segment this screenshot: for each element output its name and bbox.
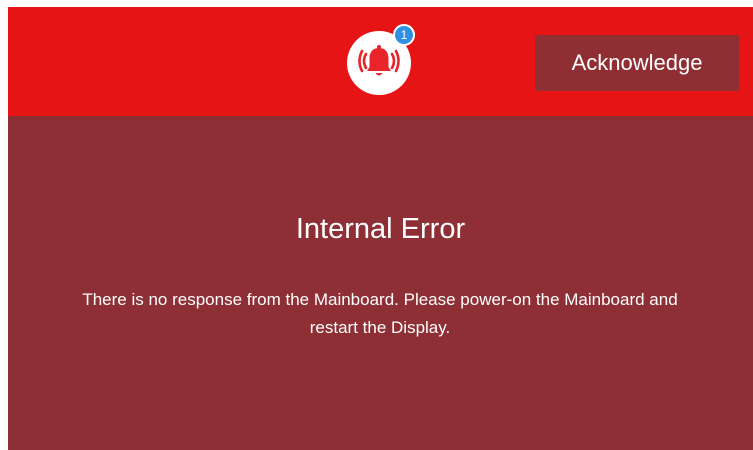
alarm-indicator: 1 (347, 24, 415, 95)
alarm-header-bar: 1 Acknowledge (8, 7, 753, 116)
notification-count-badge: 1 (393, 24, 415, 46)
error-title: Internal Error (295, 213, 466, 245)
error-screen: 1 Acknowledge Internal Error There is no… (8, 7, 753, 450)
error-message: There is no response from the Mainboard.… (82, 290, 678, 337)
bell-glyph (358, 45, 400, 76)
acknowledge-button[interactable]: Acknowledge (535, 35, 739, 91)
